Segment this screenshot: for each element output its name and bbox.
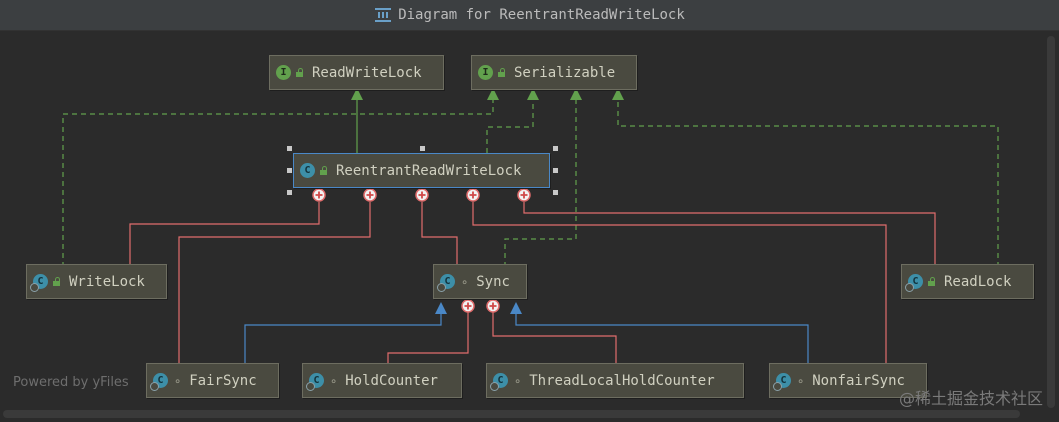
edge-rrwl-fairsync bbox=[178, 202, 371, 366]
node-readwritelock[interactable]: I ReadWriteLock bbox=[269, 55, 444, 90]
edge-readlock-serializable bbox=[617, 91, 999, 267]
node-readlock[interactable]: C ReadLock bbox=[901, 264, 1034, 299]
node-label: WriteLock bbox=[69, 273, 145, 290]
inner-class-icon: C bbox=[490, 373, 508, 391]
node-label: NonfairSync bbox=[812, 372, 905, 389]
resize-handle[interactable] bbox=[553, 146, 558, 151]
title-bar: Diagram for ReentrantReadWriteLock bbox=[0, 0, 1059, 31]
edge-rrwl-sync bbox=[421, 202, 458, 267]
edge-rrwl-nonfairsync bbox=[472, 202, 887, 366]
resize-handle[interactable] bbox=[553, 168, 558, 173]
node-label: Serializable bbox=[514, 64, 616, 81]
resize-handle[interactable] bbox=[287, 190, 292, 195]
node-label: ThreadLocalHoldCounter bbox=[529, 372, 715, 389]
diagram-icon bbox=[375, 8, 392, 22]
node-label: Sync bbox=[476, 273, 510, 290]
package-private-icon: ∘ bbox=[330, 373, 338, 388]
edge-sync-holdcounter bbox=[387, 302, 469, 366]
extends-edges bbox=[244, 309, 809, 366]
inner-class-icon: C bbox=[150, 373, 168, 391]
diagram-canvas[interactable]: I ReadWriteLock I Serializable C Reentra… bbox=[0, 31, 1059, 422]
node-label: ReadWriteLock bbox=[312, 64, 422, 81]
resize-handle[interactable] bbox=[553, 190, 558, 195]
node-label: ReentrantReadWriteLock bbox=[336, 162, 522, 179]
interface-icon: I bbox=[276, 65, 291, 80]
inner-class-icon: C bbox=[30, 274, 48, 292]
resize-handle[interactable] bbox=[287, 168, 292, 173]
node-writelock[interactable]: C WriteLock bbox=[26, 264, 167, 299]
package-private-icon: ∘ bbox=[797, 373, 805, 388]
edge-fairsync-sync bbox=[244, 309, 442, 366]
node-label: ReadLock bbox=[944, 273, 1012, 290]
vertical-scrollbar[interactable] bbox=[1047, 36, 1055, 408]
resize-handle[interactable] bbox=[287, 146, 292, 151]
package-private-icon: ∘ bbox=[514, 373, 522, 388]
public-lock-icon bbox=[295, 68, 304, 77]
interface-icon: I bbox=[478, 65, 493, 80]
node-label: HoldCounter bbox=[345, 372, 438, 389]
node-threadlocalholdcounter[interactable]: C ∘ ThreadLocalHoldCounter bbox=[486, 363, 744, 398]
public-lock-icon bbox=[319, 166, 328, 175]
resize-handle[interactable] bbox=[420, 146, 425, 151]
class-icon: C bbox=[300, 163, 315, 178]
edge-rrwl-serializable bbox=[486, 91, 534, 153]
node-reentrantreadwritelock[interactable]: C ReentrantReadWriteLock bbox=[293, 153, 550, 188]
package-private-icon: ∘ bbox=[174, 373, 182, 388]
node-label: FairSync bbox=[189, 372, 257, 389]
window-title: Diagram for ReentrantReadWriteLock bbox=[398, 7, 685, 23]
public-lock-icon bbox=[497, 68, 506, 77]
inner-edges bbox=[129, 202, 936, 366]
public-lock-icon bbox=[52, 277, 61, 286]
abstract-class-icon: C bbox=[437, 274, 455, 292]
inner-class-icon: C bbox=[306, 373, 324, 391]
yfiles-watermark: Powered by yFiles bbox=[13, 375, 129, 390]
inner-class-icon: C bbox=[905, 274, 923, 292]
edge-rrwl-readlock bbox=[523, 202, 936, 267]
package-private-icon: ∘ bbox=[461, 274, 469, 289]
juejin-watermark: @稀土掘金技术社区 bbox=[898, 389, 1043, 408]
public-lock-icon bbox=[927, 277, 936, 286]
horizontal-scrollbar[interactable] bbox=[3, 410, 1020, 418]
edge-rrwl-writelock bbox=[129, 202, 320, 267]
inner-class-icon: C bbox=[773, 373, 791, 391]
node-sync[interactable]: C ∘ Sync bbox=[433, 264, 527, 299]
extends-arrowheads bbox=[435, 302, 522, 314]
node-serializable[interactable]: I Serializable bbox=[471, 55, 637, 90]
node-holdcounter[interactable]: C ∘ HoldCounter bbox=[302, 363, 462, 398]
edge-nonfairsync-sync bbox=[515, 309, 809, 366]
node-fairsync[interactable]: C ∘ FairSync bbox=[146, 363, 279, 398]
